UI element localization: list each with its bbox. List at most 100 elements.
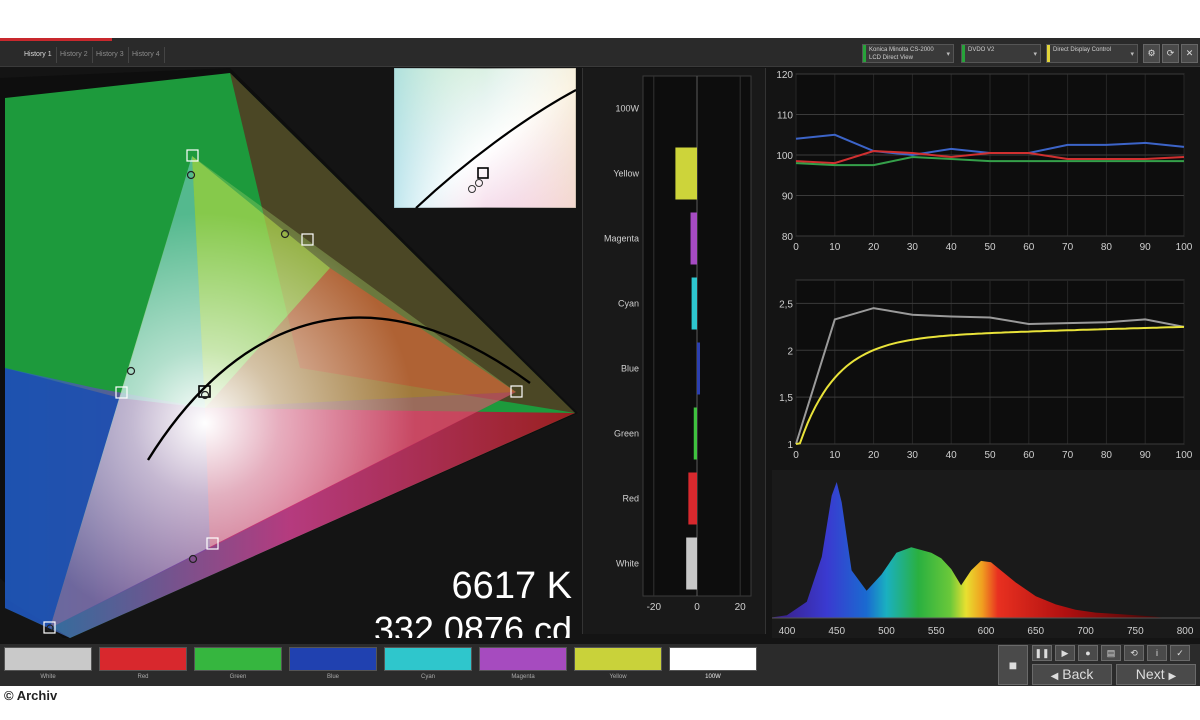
loop-icon: ⟲ (1130, 648, 1138, 658)
stop-icon: ■ (1008, 657, 1018, 673)
meter-line-2: LCD Direct View (869, 55, 913, 61)
spectrum-tick-label: 800 (1177, 626, 1194, 637)
tab-history-4[interactable]: History 4 (128, 47, 165, 63)
spectrum-tick-label: 450 (828, 626, 845, 637)
swatch-yellow[interactable] (574, 647, 662, 671)
spectrum-tick-label: 650 (1027, 626, 1044, 637)
record-button[interactable]: ● (1078, 645, 1098, 661)
y-tick-label: 1,5 (779, 393, 793, 404)
spectrum-tick-label: 750 (1127, 626, 1144, 637)
x-tick-label: 30 (907, 450, 919, 461)
chevron-down-icon: ▾ (1033, 51, 1037, 58)
next-button[interactable]: Next ▶ (1116, 664, 1196, 685)
deviation-bar (688, 472, 697, 525)
y-tick-label: 90 (782, 192, 794, 203)
tab-history-2[interactable]: History 2 (56, 47, 93, 63)
x-tick-label: 80 (1101, 450, 1113, 461)
swatch-red[interactable] (99, 647, 187, 671)
calibration-app: History 1 History 2 History 3 History 4 … (0, 38, 1200, 686)
bottom-bar: White Red Green Blue Cyan Magenta Yellow 100W ■… (0, 644, 1200, 686)
swatch-label: Green (229, 674, 247, 680)
gear-icon: ⚙ (1147, 48, 1156, 58)
x-tick-label: 60 (1023, 450, 1035, 461)
close-icon: ✕ (1185, 48, 1194, 58)
info-button[interactable]: i (1147, 645, 1167, 661)
y-tick-label: 2 (787, 346, 793, 357)
meter-select[interactable]: Konica Minolta CS-2000 LCD Direct View ▾ (862, 44, 954, 63)
x-tick-label: 60 (1023, 242, 1035, 253)
x-tick-label: 30 (907, 242, 919, 253)
luminance-readout: 332,0876 cd (374, 609, 572, 638)
bars-tick-label: 0 (694, 602, 700, 613)
bars-category-label: Red (622, 494, 639, 504)
save-icon: ▤ (1106, 648, 1116, 658)
pause-button[interactable]: ❚❚ (1032, 645, 1052, 661)
x-tick-label: 70 (1062, 450, 1074, 461)
bars-category-label: Magenta (604, 234, 639, 244)
chevron-down-icon: ▾ (946, 51, 950, 58)
swatch-label: Cyan (420, 674, 435, 680)
bars-category-label: Yellow (613, 169, 639, 179)
swatch-blue[interactable] (289, 647, 377, 671)
loop-button[interactable]: ⟲ (1124, 645, 1144, 661)
back-label: Back (1062, 666, 1094, 682)
close-button[interactable]: ✕ (1181, 44, 1198, 63)
play-icon: ▶ (1061, 648, 1069, 658)
bars-category-label: White (616, 559, 639, 569)
swatch-green[interactable] (194, 647, 282, 671)
tab-history-3[interactable]: History 3 (92, 47, 129, 63)
x-tick-label: 80 (1101, 242, 1113, 253)
swatch-label: Red (137, 674, 149, 680)
tab-history-1[interactable]: History 1 (20, 47, 57, 63)
arrow-left-icon: ◀ (1050, 671, 1059, 682)
next-label: Next (1135, 666, 1165, 682)
charts-panel: 0 10 20 30 40 50 60 70 80 90 100 120 110 100 90 80 0 10 2… (772, 68, 1200, 638)
play-button[interactable]: ▶ (1055, 645, 1075, 661)
spectrum-tick-label: 500 (878, 626, 895, 637)
color-deviation-panel: -20 0 20 100W Yellow Magenta Cyan Blue Green Red W… (582, 68, 766, 634)
refresh-icon: ⟳ (1166, 48, 1175, 58)
x-tick-label: 50 (984, 242, 996, 253)
spectrum-tick-label: 400 (779, 626, 796, 637)
deviation-bar-chart: -20 0 20 100W Yellow Magenta Cyan Blue Green Red W… (604, 75, 752, 613)
control-accent (1047, 45, 1050, 62)
meter-accent (863, 45, 866, 62)
bars-tick-label: -20 (647, 602, 662, 613)
x-tick-label: 0 (793, 242, 799, 253)
spectrum-tick-label: 550 (928, 626, 945, 637)
y-tick-label: 120 (776, 70, 793, 81)
swatch-100w[interactable] (669, 647, 757, 671)
bars-category-label: Green (614, 429, 639, 439)
deviation-bar (697, 342, 700, 395)
spectrum-tick-label: 600 (978, 626, 995, 637)
refresh-button[interactable]: ⟳ (1162, 44, 1179, 63)
bars-category-label: Cyan (618, 299, 639, 309)
y-tick-label: 1 (787, 440, 793, 451)
rgb-balance-chart: 0 10 20 30 40 50 60 70 80 90 100 120 110 100 90 80 (776, 70, 1192, 253)
check-button[interactable]: ✓ (1170, 645, 1190, 661)
swatch-label: White (40, 674, 56, 680)
copyright-caption: © Archiv (4, 688, 58, 703)
y-tick-label: 110 (777, 111, 793, 122)
settings-button[interactable]: ⚙ (1143, 44, 1160, 63)
deviation-bar (691, 277, 697, 330)
info-icon: i (1156, 648, 1158, 658)
swatch-white[interactable] (4, 647, 92, 671)
back-button[interactable]: ◀ Back (1032, 664, 1112, 685)
y-tick-label: 2,5 (779, 299, 793, 310)
x-tick-label: 10 (829, 242, 841, 253)
stop-button[interactable]: ■ (998, 645, 1028, 685)
gamma-chart: 0 10 20 30 40 50 60 70 80 90 100 2,5 2 1,5 1 (779, 279, 1193, 461)
y-tick-label: 80 (782, 232, 794, 243)
x-tick-label: 40 (946, 450, 958, 461)
save-button[interactable]: ▤ (1101, 645, 1121, 661)
swatch-label: Yellow (609, 674, 627, 680)
swatch-label: Blue (326, 674, 339, 680)
swatch-magenta[interactable] (479, 647, 567, 671)
control-select[interactable]: Direct Display Control ▾ (1046, 44, 1138, 63)
generator-select[interactable]: DVDO V2 ▾ (961, 44, 1041, 63)
swatch-cyan[interactable] (384, 647, 472, 671)
pause-icon: ❚❚ (1034, 648, 1050, 658)
x-tick-label: 90 (1140, 242, 1152, 253)
deviation-bar (690, 212, 697, 265)
